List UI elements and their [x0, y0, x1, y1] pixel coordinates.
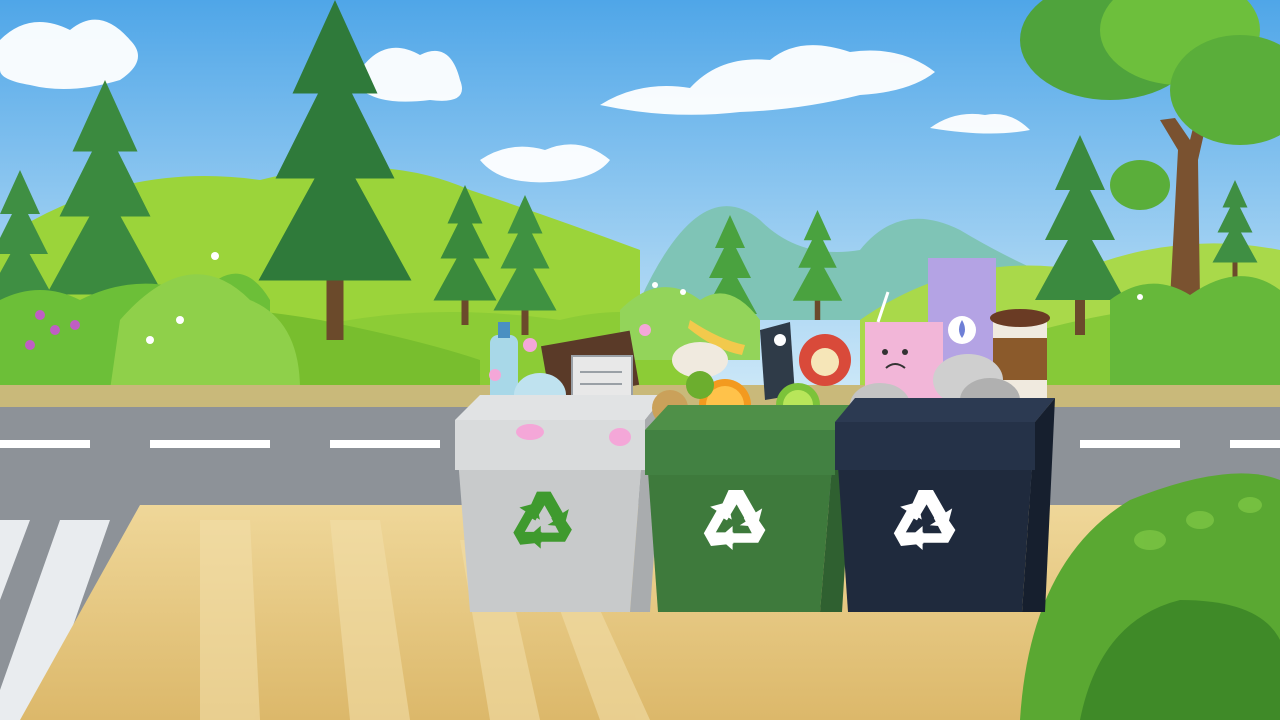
recycling-scene-illustration [0, 0, 1280, 720]
